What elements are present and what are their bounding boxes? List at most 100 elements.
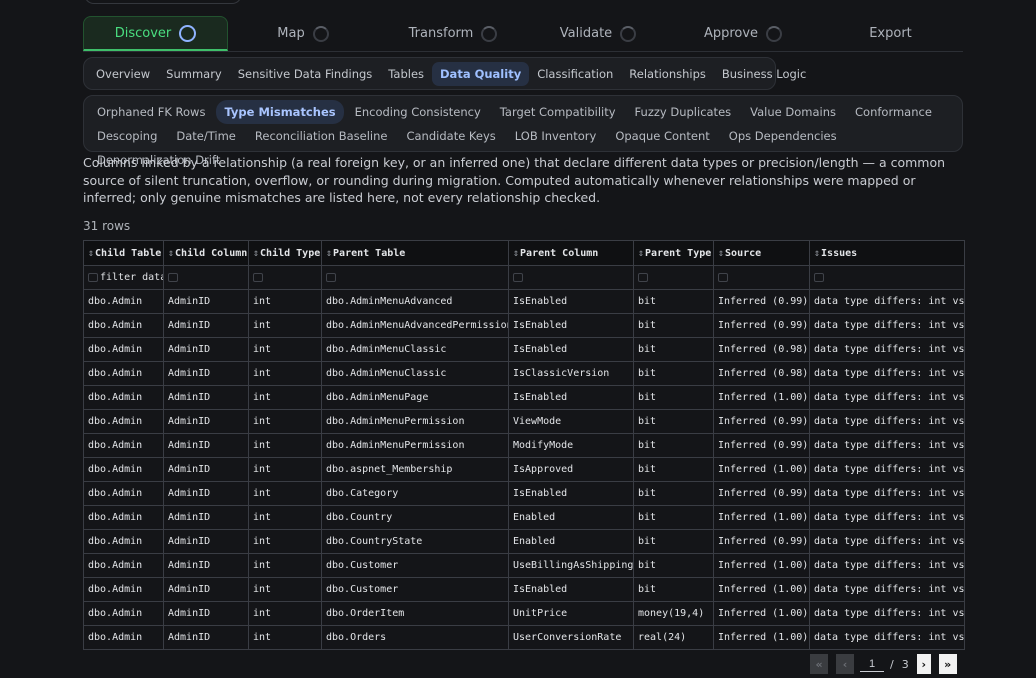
step-export[interactable]: Export (818, 16, 963, 51)
page-number-input[interactable] (860, 656, 884, 672)
column-header-parent-table[interactable]: ⇕Parent Table (321, 240, 509, 266)
dq-tab-type-mismatches[interactable]: Type Mismatches (216, 100, 344, 124)
cell-issues: data type differs: int vs (809, 457, 965, 482)
dq-tab-value-domains[interactable]: Value Domains (742, 100, 844, 124)
filter-case-icon[interactable] (814, 272, 824, 282)
column-header-parent-column[interactable]: ⇕Parent Column (508, 240, 634, 266)
tab-relationships[interactable]: Relationships (621, 62, 714, 86)
table-row[interactable]: dbo.Admin AdminID int dbo.OrderItem UnitPric… (83, 601, 965, 626)
column-header-child-type[interactable]: ⇕Child Type (248, 240, 322, 266)
cell-child-type: int (248, 385, 322, 410)
next-page-button[interactable]: › (916, 654, 931, 674)
sort-icon[interactable]: ⇕ (326, 248, 332, 259)
first-page-button[interactable]: « (810, 654, 828, 674)
table-row[interactable]: dbo.Admin AdminID int dbo.Customer IsEnabled… (83, 577, 965, 602)
table-row[interactable]: dbo.Admin AdminID int dbo.AdminMenuAdvanced… (83, 289, 965, 314)
cell-child-column: AdminID (163, 577, 249, 602)
cell-source: Inferred (1.00) (713, 457, 810, 482)
sort-icon[interactable]: ⇕ (513, 248, 519, 259)
cell-child-table: dbo.Admin (83, 601, 164, 626)
sort-icon[interactable]: ⇕ (253, 248, 259, 259)
filter-input[interactable]: filter data (100, 272, 163, 283)
table-row[interactable]: dbo.Admin AdminID int dbo.Orders UserConvers… (83, 625, 965, 650)
table-row[interactable]: dbo.Admin AdminID int dbo.AdminMenuClassic I… (83, 337, 965, 362)
cell-source: Inferred (0.99) (713, 313, 810, 338)
cell-child-table: dbo.Admin (83, 337, 164, 362)
dq-tab-reconciliation-baseline[interactable]: Reconciliation Baseline (247, 124, 396, 148)
table-row[interactable]: dbo.Admin AdminID int dbo.AdminMenuPage IsEn… (83, 385, 965, 410)
cell-source: Inferred (1.00) (713, 601, 810, 626)
cell-issues: data type differs: int vs (809, 361, 965, 386)
column-header-source[interactable]: ⇕Source (713, 240, 810, 266)
tab-overview[interactable]: Overview (88, 62, 158, 86)
step-validate[interactable]: Validate (528, 16, 668, 51)
filter-case-icon[interactable] (88, 272, 98, 282)
cell-parent-column: IsEnabled (508, 313, 634, 338)
step-approve[interactable]: Approve (668, 16, 818, 51)
cell-parent-table: dbo.AdminMenuPermission (321, 433, 509, 458)
tab-summary[interactable]: Summary (158, 62, 230, 86)
dq-tab-conformance[interactable]: Conformance (847, 100, 940, 124)
sort-icon[interactable]: ⇕ (88, 248, 94, 259)
data-quality-tabs: Orphaned FK Rows Type Mismatches Encoding … (83, 95, 963, 167)
cell-child-table: dbo.Admin (83, 529, 164, 554)
tab-data-quality[interactable]: Data Quality (432, 61, 530, 86)
row-count: 31 rows (83, 219, 131, 233)
dq-tab-lob-inventory[interactable]: LOB Inventory (507, 124, 605, 148)
cell-issues: data type differs: int vs (809, 481, 965, 506)
column-header-child-table[interactable]: ⇕Child Table (83, 240, 164, 266)
sort-icon[interactable]: ⇕ (168, 248, 174, 259)
tab-business-logic[interactable]: Business Logic (714, 62, 814, 86)
cell-parent-column: Enabled (508, 529, 634, 554)
column-header-label: Child Type (260, 247, 321, 259)
table-filter-row: filter data (83, 265, 965, 290)
dq-tab-orphaned-fk-rows[interactable]: Orphaned FK Rows (89, 100, 213, 124)
dq-tab-descoping[interactable]: Descoping (89, 124, 165, 148)
table-row[interactable]: dbo.Admin AdminID int dbo.aspnet_Membership… (83, 457, 965, 482)
column-header-parent-type[interactable]: ⇕Parent Type (633, 240, 714, 266)
cell-child-table: dbo.Admin (83, 289, 164, 314)
sort-icon[interactable]: ⇕ (814, 248, 820, 259)
cell-parent-column: ViewMode (508, 409, 634, 434)
table-row[interactable]: dbo.Admin AdminID int dbo.Country Enabled bit… (83, 505, 965, 530)
tab-tables[interactable]: Tables (380, 62, 432, 86)
filter-case-icon[interactable] (718, 272, 728, 282)
filter-case-icon[interactable] (253, 272, 263, 282)
table-row[interactable]: dbo.Admin AdminID int dbo.AdminMenuClassic I… (83, 361, 965, 386)
table-row[interactable]: dbo.Admin AdminID int dbo.AdminMenuPermissi… (83, 433, 965, 458)
last-page-button[interactable]: » (938, 654, 957, 674)
filter-case-icon[interactable] (326, 272, 336, 282)
filter-case-icon[interactable] (513, 272, 523, 282)
tab-sensitive-data-findings[interactable]: Sensitive Data Findings (230, 62, 381, 86)
dq-tab-opaque-content[interactable]: Opaque Content (607, 124, 717, 148)
dq-tab-encoding-consistency[interactable]: Encoding Consistency (347, 100, 489, 124)
cell-child-table: dbo.Admin (83, 313, 164, 338)
dq-tab-ops-dependencies[interactable]: Ops Dependencies (721, 124, 845, 148)
cell-source: Inferred (0.99) (713, 289, 810, 314)
cell-child-type: int (248, 457, 322, 482)
cell-child-type: int (248, 529, 322, 554)
step-discover[interactable]: Discover (83, 16, 228, 51)
dq-tab-date-time[interactable]: Date/Time (168, 124, 244, 148)
table-row[interactable]: dbo.Admin AdminID int dbo.AdminMenuAdvanced… (83, 313, 965, 338)
filter-case-icon[interactable] (638, 272, 648, 282)
column-header-child-column[interactable]: ⇕Child Column (163, 240, 249, 266)
column-header-issues[interactable]: ⇕Issues (809, 240, 965, 266)
tab-classification[interactable]: Classification (529, 62, 621, 86)
filter-case-icon[interactable] (168, 272, 178, 282)
table-row[interactable]: dbo.Admin AdminID int dbo.AdminMenuPermissi… (83, 409, 965, 434)
sort-icon[interactable]: ⇕ (638, 248, 644, 259)
dq-tab-target-compatibility[interactable]: Target Compatibility (492, 100, 624, 124)
dq-tab-candidate-keys[interactable]: Candidate Keys (398, 124, 503, 148)
table-row[interactable]: dbo.Admin AdminID int dbo.CountryState Enabl… (83, 529, 965, 554)
cell-child-type: int (248, 289, 322, 314)
step-map[interactable]: Map (228, 16, 378, 51)
sort-icon[interactable]: ⇕ (718, 248, 724, 259)
table-row[interactable]: dbo.Admin AdminID int dbo.Category IsEnabled… (83, 481, 965, 506)
table-row[interactable]: dbo.Admin AdminID int dbo.Customer UseBillin… (83, 553, 965, 578)
cell-parent-table: dbo.AdminMenuPermission (321, 409, 509, 434)
prev-page-button[interactable]: ‹ (836, 654, 854, 674)
discover-subnav: Overview Summary Sensitive Data Findings Ta… (83, 57, 806, 90)
dq-tab-fuzzy-duplicates[interactable]: Fuzzy Duplicates (627, 100, 740, 124)
step-transform[interactable]: Transform (378, 16, 528, 51)
